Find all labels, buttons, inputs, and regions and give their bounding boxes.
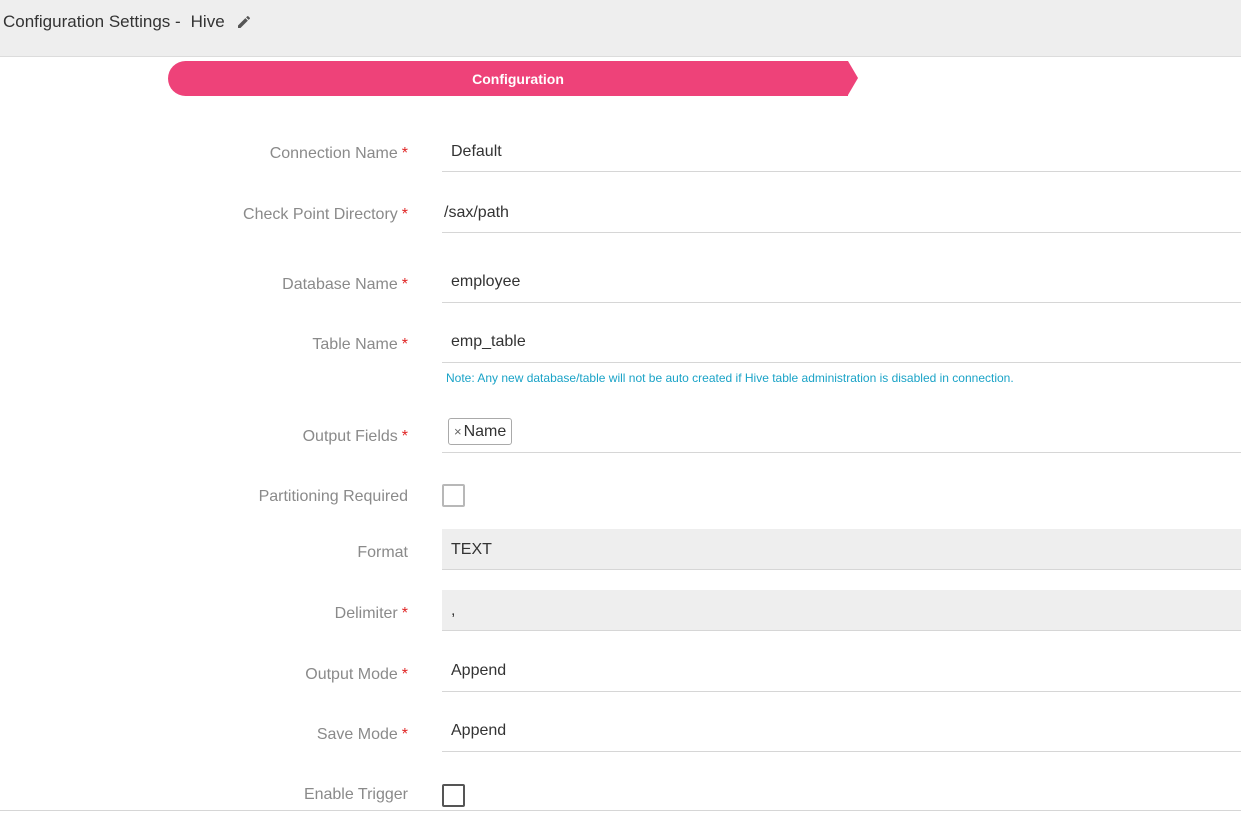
table-name-label: Table Name * bbox=[312, 336, 408, 353]
output-fields-label: Output Fields * bbox=[302, 428, 408, 445]
page-title-text: Configuration Settings - bbox=[3, 12, 181, 31]
checkpoint-dir-label: Check Point Directory * bbox=[243, 206, 408, 223]
bottom-divider bbox=[0, 810, 1241, 811]
field-chip: × Name bbox=[448, 418, 513, 445]
partitioning-checkbox[interactable] bbox=[442, 484, 465, 507]
table-name-field[interactable]: emp_table bbox=[442, 322, 1241, 363]
save-mode-select[interactable]: Append bbox=[442, 711, 1241, 752]
partitioning-label: Partitioning Required bbox=[258, 488, 408, 505]
delimiter-label: Delimiter * bbox=[334, 605, 408, 622]
delimiter-field: , bbox=[442, 590, 1241, 631]
save-mode-label: Save Mode * bbox=[316, 726, 408, 743]
page-header: Configuration Settings - Hive bbox=[0, 0, 1241, 57]
enable-trigger-checkbox[interactable] bbox=[442, 784, 465, 807]
enable-trigger-label: Enable Trigger bbox=[303, 786, 408, 803]
connection-name-field[interactable]: Default bbox=[442, 132, 1241, 172]
chip-label: Name bbox=[463, 422, 507, 440]
step-add-notes[interactable]: Add Notes bbox=[1133, 61, 1203, 96]
wizard-stepper: Configuration Add Notes bbox=[168, 61, 1241, 96]
output-mode-select[interactable]: Append bbox=[442, 651, 1241, 692]
table-note: Note: Any new database/table will not be… bbox=[446, 371, 1014, 385]
step-configuration[interactable]: Configuration bbox=[168, 61, 848, 96]
format-label: Format bbox=[357, 544, 408, 561]
component-name: Hive bbox=[190, 12, 225, 31]
step-arrow bbox=[848, 61, 858, 95]
checkpoint-dir-input[interactable]: /sax/path bbox=[442, 193, 1241, 233]
step-configuration-label: Configuration bbox=[472, 70, 564, 87]
pencil-icon[interactable] bbox=[236, 14, 252, 30]
database-name-label: Database Name * bbox=[282, 276, 408, 293]
output-mode-label: Output Mode * bbox=[305, 666, 408, 683]
chip-remove-icon[interactable]: × bbox=[454, 424, 462, 439]
page-title: Configuration Settings - Hive bbox=[3, 12, 225, 32]
format-field: TEXT bbox=[442, 529, 1241, 570]
database-name-field[interactable]: employee bbox=[442, 262, 1241, 303]
connection-name-label: Connection Name * bbox=[269, 145, 408, 162]
output-fields-input[interactable]: × Name bbox=[442, 412, 1241, 453]
